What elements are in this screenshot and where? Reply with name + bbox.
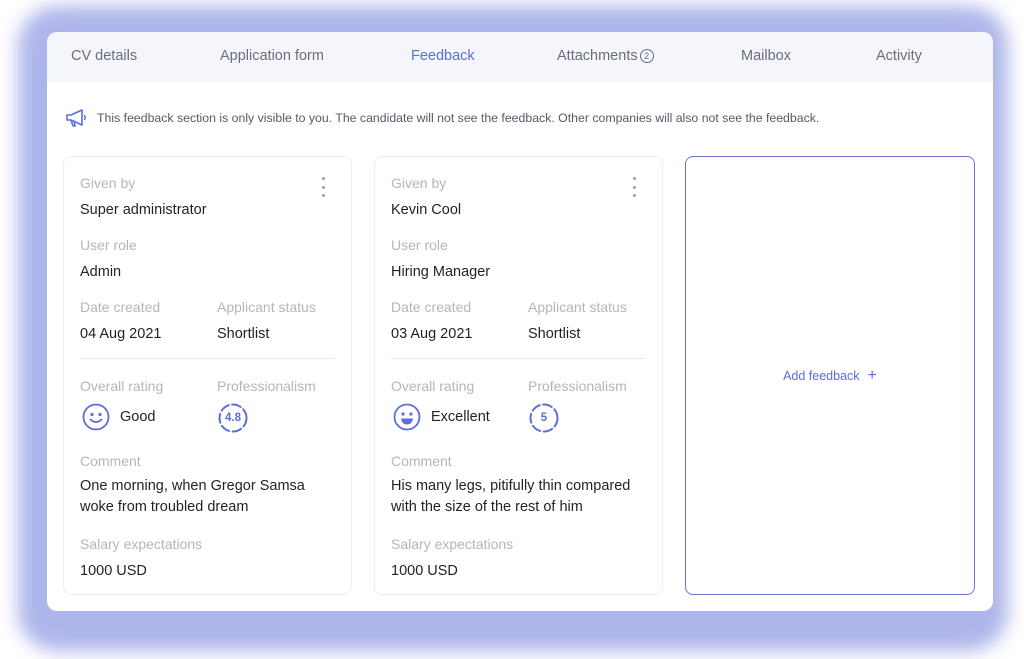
professionalism-score: 5	[529, 403, 559, 433]
attachments-count-badge: 2	[639, 49, 654, 63]
given-by-field: Given by Kevin Cool	[391, 175, 461, 221]
date-created-label: Date created	[80, 299, 161, 315]
user-role-value: Admin	[80, 264, 122, 280]
salary-field: Salary expectations 1000 USD	[80, 536, 202, 582]
tab-feedback[interactable]: Feedback	[411, 32, 475, 82]
tab-label: CV details	[71, 48, 138, 64]
tab-label: Feedback	[411, 48, 475, 64]
tab-cv-details[interactable]: CV details	[71, 32, 137, 82]
applicant-status-label: Applicant status	[528, 299, 627, 315]
given-by-label: Given by	[391, 175, 447, 191]
notice-text: This feedback section is only visible to…	[97, 111, 820, 125]
candidate-panel: CV details Application form Feedback Att…	[47, 32, 993, 611]
professionalism-score: 4.8	[218, 403, 248, 433]
professionalism-value: 4.8	[225, 412, 241, 424]
given-by-label: Given by	[80, 175, 136, 191]
professionalism-field: Professionalism	[217, 378, 316, 394]
comment-label: Comment	[80, 453, 141, 469]
divider	[391, 358, 646, 359]
overall-rating-value: Excellent	[393, 403, 490, 431]
tab-label: Activity	[876, 48, 922, 64]
salary-field: Salary expectations 1000 USD	[391, 536, 513, 582]
user-role-label: User role	[391, 237, 448, 253]
given-by-field: Given by Super administrator	[80, 175, 207, 221]
overall-rating-field: Overall rating	[80, 378, 163, 394]
date-created-value: 03 Aug 2021	[391, 326, 473, 342]
salary-label: Salary expectations	[80, 536, 203, 552]
megaphone-icon	[66, 109, 86, 127]
plus-icon: +	[867, 366, 877, 384]
comment-field: Comment His many legs, pitifully thin co…	[391, 453, 631, 518]
overall-rating-field: Overall rating	[391, 378, 474, 394]
tab-label: Application form	[220, 48, 324, 64]
applicant-status-field: Applicant status Shortlist	[217, 299, 316, 345]
comment-field: Comment One morning, when Gregor Samsa w…	[80, 453, 320, 518]
overall-rating-label: Overall rating	[391, 378, 475, 394]
tab-application-form[interactable]: Application form	[220, 32, 324, 82]
user-role-label: User role	[80, 237, 137, 253]
overall-rating-value: Good	[82, 403, 155, 431]
tab-mailbox[interactable]: Mailbox	[741, 32, 791, 82]
applicant-status-label: Applicant status	[217, 299, 316, 315]
add-feedback-label: Add feedback	[783, 368, 860, 383]
tab-bar: CV details Application form Feedback Att…	[47, 32, 993, 82]
rating-text: Good	[120, 409, 156, 425]
add-feedback-button[interactable]: Add feedback +	[685, 156, 975, 595]
applicant-status-field: Applicant status Shortlist	[528, 299, 627, 345]
user-role-field: User role Admin	[80, 237, 137, 283]
tab-label: Mailbox	[741, 48, 791, 64]
professionalism-value: 5	[540, 412, 548, 424]
rating-text: Excellent	[431, 409, 490, 425]
date-created-field: Date created 03 Aug 2021	[391, 299, 472, 345]
comment-value: One morning, when Gregor Samsa woke from…	[80, 478, 305, 515]
comment-value: His many legs, pitifully thin compared w…	[391, 478, 631, 515]
applicant-status-value: Shortlist	[217, 326, 270, 342]
tab-attachments[interactable]: Attachments 2	[557, 32, 654, 82]
smile-icon	[82, 403, 110, 431]
feedback-card: Given by Kevin Cool User role Hiring Man…	[374, 156, 663, 595]
professionalism-field: Professionalism	[528, 378, 627, 394]
tab-label: Attachments	[557, 48, 638, 64]
user-role-value: Hiring Manager	[391, 264, 491, 280]
professionalism-label: Professionalism	[217, 378, 316, 394]
divider	[80, 358, 335, 359]
date-created-label: Date created	[391, 299, 472, 315]
tab-activity[interactable]: Activity	[876, 32, 922, 82]
applicant-status-value: Shortlist	[528, 326, 581, 342]
grin-icon	[393, 403, 421, 431]
date-created-value: 04 Aug 2021	[80, 326, 162, 342]
professionalism-label: Professionalism	[528, 378, 627, 394]
comment-label: Comment	[391, 453, 452, 469]
salary-value: 1000 USD	[80, 563, 147, 579]
feedback-card: Given by Super administrator User role A…	[63, 156, 352, 595]
privacy-notice: This feedback section is only visible to…	[64, 108, 819, 128]
date-created-field: Date created 04 Aug 2021	[80, 299, 161, 345]
more-options-icon[interactable]	[315, 177, 331, 197]
overall-rating-label: Overall rating	[80, 378, 164, 394]
given-by-value: Super administrator	[80, 202, 207, 218]
user-role-field: User role Hiring Manager	[391, 237, 490, 283]
given-by-value: Kevin Cool	[391, 202, 462, 218]
salary-label: Salary expectations	[391, 536, 514, 552]
salary-value: 1000 USD	[391, 563, 458, 579]
more-options-icon[interactable]	[626, 177, 642, 197]
